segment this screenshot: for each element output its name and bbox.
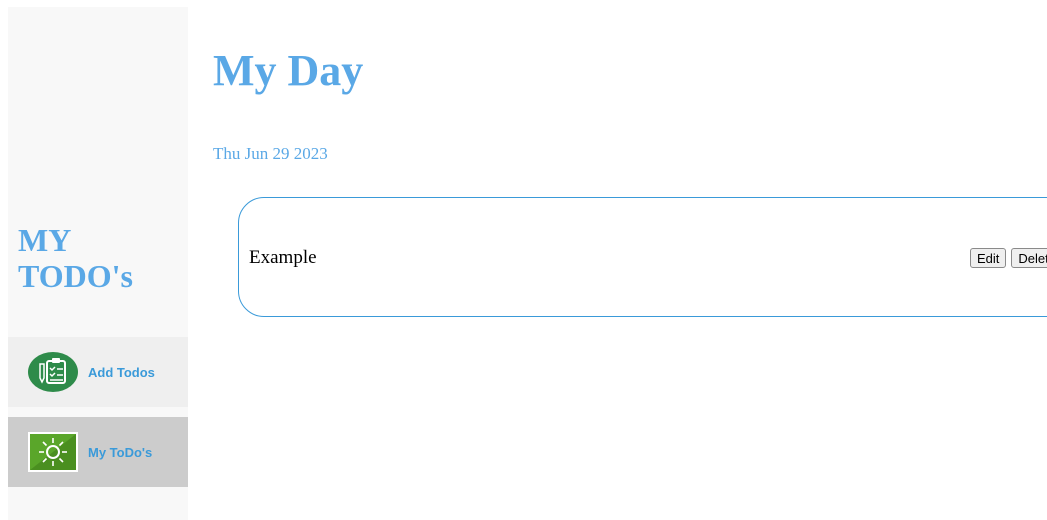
sidebar-item-label: Add Todos	[88, 364, 155, 380]
sidebar: MY TODO's Add Todos My ToDo's	[8, 7, 188, 520]
sidebar-item-label: My ToDo's	[88, 444, 153, 460]
main-content: My Day Thu Jun 29 2023 Example Edit Dele…	[213, 0, 1047, 520]
todo-text: Example	[249, 247, 317, 268]
todo-actions: Edit Delete	[970, 248, 1047, 268]
delete-button[interactable]: Delete	[1011, 248, 1047, 268]
sun-icon	[28, 432, 78, 472]
sidebar-item-add-todos[interactable]: Add Todos	[8, 337, 188, 407]
todo-item: Example Edit Delete	[238, 197, 1047, 317]
sidebar-item-my-todos[interactable]: My ToDo's	[8, 417, 188, 487]
page-title: My Day	[213, 46, 364, 95]
edit-button[interactable]: Edit	[970, 248, 1007, 268]
page-date: Thu Jun 29 2023	[213, 144, 328, 163]
clipboard-checklist-icon	[28, 352, 78, 392]
app-title: MY TODO's	[18, 222, 133, 294]
